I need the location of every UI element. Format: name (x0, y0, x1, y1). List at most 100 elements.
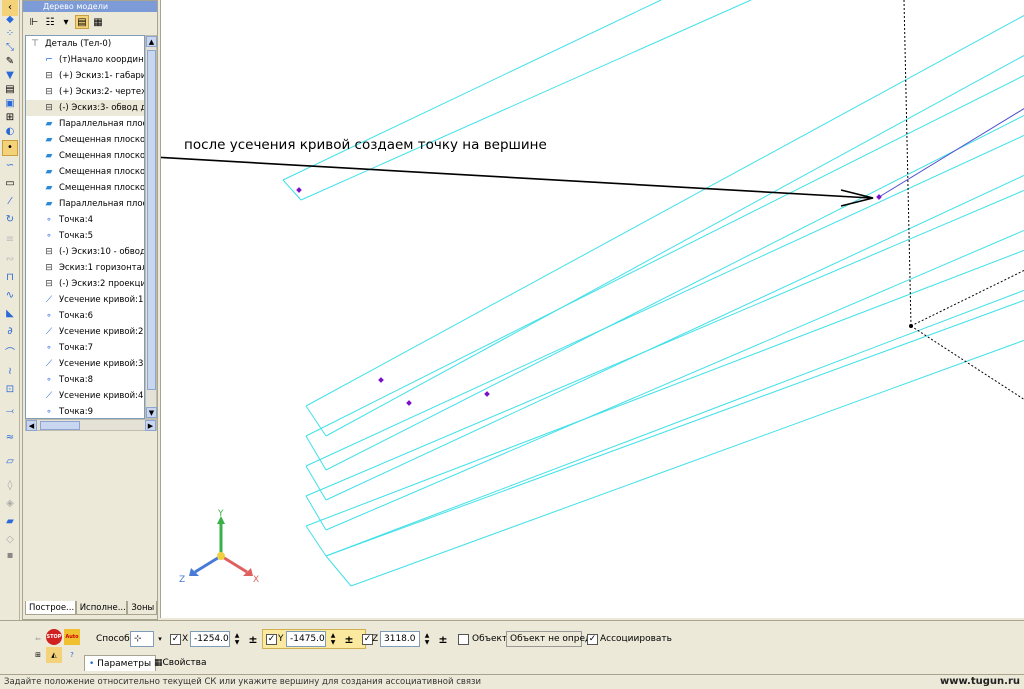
tree-item[interactable]: ▰ Смещенная плоскость (26, 148, 144, 164)
tree-doc-icon[interactable]: ▤ (75, 15, 89, 29)
model-tree-toolbar: ⊩ ☷ ▾ ▤ ▦ (23, 12, 157, 32)
stop-button[interactable]: STOP (46, 629, 62, 645)
tree-vertical-scrollbar[interactable]: ▲ ▼ (145, 35, 157, 419)
more-icon[interactable]: ▪ (2, 548, 18, 564)
x-checkbox[interactable]: ✓ (170, 634, 181, 645)
dropdown-arrow-icon[interactable]: ▾ (59, 15, 73, 29)
tree-item[interactable]: ⟋ Усечение кривой:3 (26, 356, 144, 372)
y-spinner-icon[interactable]: ▲ ▼ (328, 631, 338, 647)
tree-horizontal-scrollbar[interactable]: ◀ ▶ (25, 419, 157, 431)
tree-item[interactable]: ∘ Точка:9 (26, 404, 144, 418)
axis-x-label: X (253, 575, 259, 585)
tree-structure-icon[interactable]: ⊩ (27, 15, 41, 29)
point-marker[interactable] (296, 187, 302, 193)
tree-item[interactable]: ∘ Точка:4 (26, 212, 144, 228)
tree-item[interactable]: ⊟ (-) Эскиз:3- обвод дна (26, 100, 144, 116)
axis-z-label: Z (179, 575, 185, 585)
tree-list-icon[interactable]: ☷ (43, 15, 57, 29)
plane-tool-icon[interactable]: ▱ (2, 454, 18, 470)
point-marker[interactable] (378, 377, 384, 383)
object-checkbox[interactable] (458, 634, 469, 645)
z-sign-button[interactable]: ± (436, 631, 450, 647)
scroll-down-icon[interactable]: ▼ (146, 407, 157, 418)
point-marker[interactable] (876, 194, 882, 200)
tab-variants[interactable]: Исполне... (75, 601, 128, 615)
model-viewport[interactable]: Y X Z после усечения кривой создаем точк… (160, 0, 1024, 618)
arc-icon[interactable]: ↻ (2, 212, 18, 228)
tree-item[interactable]: ▰ Смещенная плоскость (26, 132, 144, 148)
line-icon[interactable]: ⁄ (2, 194, 18, 210)
auto-button[interactable]: Auto (64, 629, 80, 645)
snap-icon[interactable]: ◭ (46, 647, 62, 663)
trim-icon[interactable]: ⤙ (2, 404, 18, 420)
part-icon: ⊤ (31, 39, 39, 49)
lines-disabled-icon: ≡ (5, 234, 15, 245)
tree-item[interactable]: ⊟ (-) Эскиз:10 - обвод борта (26, 244, 144, 260)
trim-curve-icon: ⟋ (45, 295, 53, 305)
y-checkbox[interactable]: ✓ (266, 634, 277, 645)
tree-item[interactable]: ⌐ (т)Начало координат (26, 52, 144, 68)
surface-icon[interactable]: ◣ (2, 306, 18, 322)
point-tool-icon[interactable]: • (2, 140, 18, 156)
offset-curve-icon[interactable]: ≀ (2, 364, 18, 380)
sketch-icon: ⊟ (45, 87, 53, 97)
tree-item[interactable]: ⟋ Усечение кривой:2 (26, 324, 144, 340)
sheet-icon[interactable]: ▰ (2, 514, 18, 530)
tree-item[interactable]: ∘ Точка:6 (26, 308, 144, 324)
tree-item[interactable]: ∘ Точка:8 (26, 372, 144, 388)
object-undefined-button[interactable]: Объект не опред (506, 631, 591, 647)
tab-properties[interactable]: ▦Свойства (150, 655, 210, 671)
tree-item[interactable]: ⊟ Эскиз:1 горизонталь (26, 260, 144, 276)
help-icon[interactable]: ? (64, 647, 80, 663)
x-sign-button[interactable]: ± (246, 631, 260, 647)
trim-curve-icon: ⟋ (45, 327, 53, 337)
tree-item[interactable]: ⊟ (+) Эскиз:2- чертеж вид (26, 84, 144, 100)
tree-item[interactable]: ⟋ Усечение кривой:1 (26, 292, 144, 308)
scroll-left-icon[interactable]: ◀ (26, 420, 37, 431)
tree-item[interactable]: ⊟ (-) Эскиз:2 проекция (26, 276, 144, 292)
method-select[interactable]: ⊹ (130, 631, 154, 647)
tree-item[interactable]: ∘ Точка:5 (26, 228, 144, 244)
tree-item[interactable]: ∘ Точка:7 (26, 340, 144, 356)
x-spinner-icon[interactable]: ▲ ▼ (232, 631, 242, 647)
tab-parameters-label: Параметры (97, 659, 152, 669)
tab-zones[interactable]: Зоны (127, 601, 157, 615)
y-input[interactable]: -1475.0 (286, 631, 326, 647)
tree-item[interactable]: ▰ Смещенная плоскость (26, 164, 144, 180)
spline-icon[interactable]: ∽ (2, 158, 18, 174)
rotate-icon[interactable]: ◐ (2, 124, 18, 140)
z-input[interactable]: 3118.0 (380, 631, 420, 647)
tree-vscroll-thumb[interactable] (147, 50, 156, 390)
tree-item[interactable]: ▰ Параллельная плоскость (26, 116, 144, 132)
z-spinner-icon[interactable]: ▲ ▼ (422, 631, 432, 647)
tree-item-label: Усечение кривой:2 (59, 327, 144, 337)
tree-item[interactable]: ⊤ Деталь (Тел-0) (26, 36, 144, 52)
y-sign-button[interactable]: ± (342, 631, 356, 647)
method-dropdown-icon[interactable]: ▾ (152, 631, 168, 647)
tree-item[interactable]: ▰ Смещенная плоскость (26, 180, 144, 196)
tree-item[interactable]: ⊟ (+) Эскиз:1- габарит (26, 68, 144, 84)
point-marker[interactable] (406, 400, 412, 406)
tree-hscroll-thumb[interactable] (40, 421, 80, 430)
wave-icon[interactable]: ≈ (2, 430, 18, 446)
scroll-right-icon[interactable]: ▶ (145, 420, 156, 431)
polyline-icon[interactable]: ⊓ (2, 270, 18, 286)
tab-build[interactable]: Построе... (25, 601, 76, 615)
pin-icon[interactable]: ⇐ (30, 631, 46, 647)
tree-item[interactable]: ⟋ Усечение кривой:4 (26, 388, 144, 404)
grid-icon[interactable]: ⊞ (30, 647, 46, 663)
intersect-icon[interactable]: ⊡ (2, 382, 18, 398)
tree-item-label: Точка:5 (59, 231, 94, 241)
tree-settings-icon[interactable]: ▦ (91, 15, 105, 29)
tree-item[interactable]: ▰ Параллельная плоскость (26, 196, 144, 212)
strip-edge-bottom-2 (325, 174, 1024, 501)
folder-icon[interactable]: ▭ (2, 176, 18, 192)
associate-checkbox[interactable]: ✓ (587, 634, 598, 645)
scroll-up-icon[interactable]: ▲ (146, 36, 157, 47)
point-marker[interactable] (484, 391, 490, 397)
x-input[interactable]: -1254.0 (190, 631, 230, 647)
function-icon[interactable]: ∂ (2, 324, 18, 340)
tab-parameters[interactable]: • Параметры (84, 655, 157, 671)
project-icon[interactable]: ⌒ (2, 346, 18, 362)
curve-icon[interactable]: ∿ (2, 288, 18, 304)
